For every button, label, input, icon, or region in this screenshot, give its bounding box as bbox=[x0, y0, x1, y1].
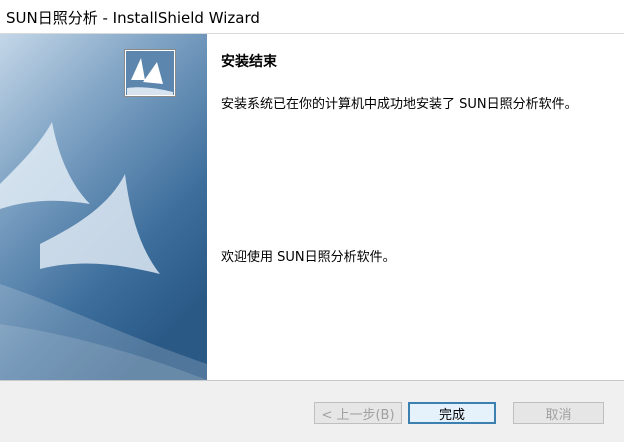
title-bar[interactable]: SUN日照分析 - InstallShield Wizard bbox=[0, 0, 624, 34]
window-title: SUN日照分析 - InstallShield Wizard bbox=[6, 9, 260, 27]
page-heading: 安装结束 bbox=[221, 54, 277, 70]
back-button[interactable]: < 上一步(B) bbox=[314, 402, 402, 424]
welcome-message: 欢迎使用 SUN日照分析软件。 bbox=[221, 250, 396, 265]
content-panel: 安装结束 安装系统已在你的计算机中成功地安装了 SUN日照分析软件。 欢迎使用 … bbox=[207, 34, 624, 380]
cancel-button[interactable]: 取消 bbox=[513, 402, 604, 424]
installshield-logo-icon bbox=[124, 49, 176, 97]
finish-button[interactable]: 完成 bbox=[408, 402, 496, 424]
footer-divider bbox=[0, 380, 624, 381]
completion-message: 安装系统已在你的计算机中成功地安装了 SUN日照分析软件。 bbox=[221, 97, 578, 112]
